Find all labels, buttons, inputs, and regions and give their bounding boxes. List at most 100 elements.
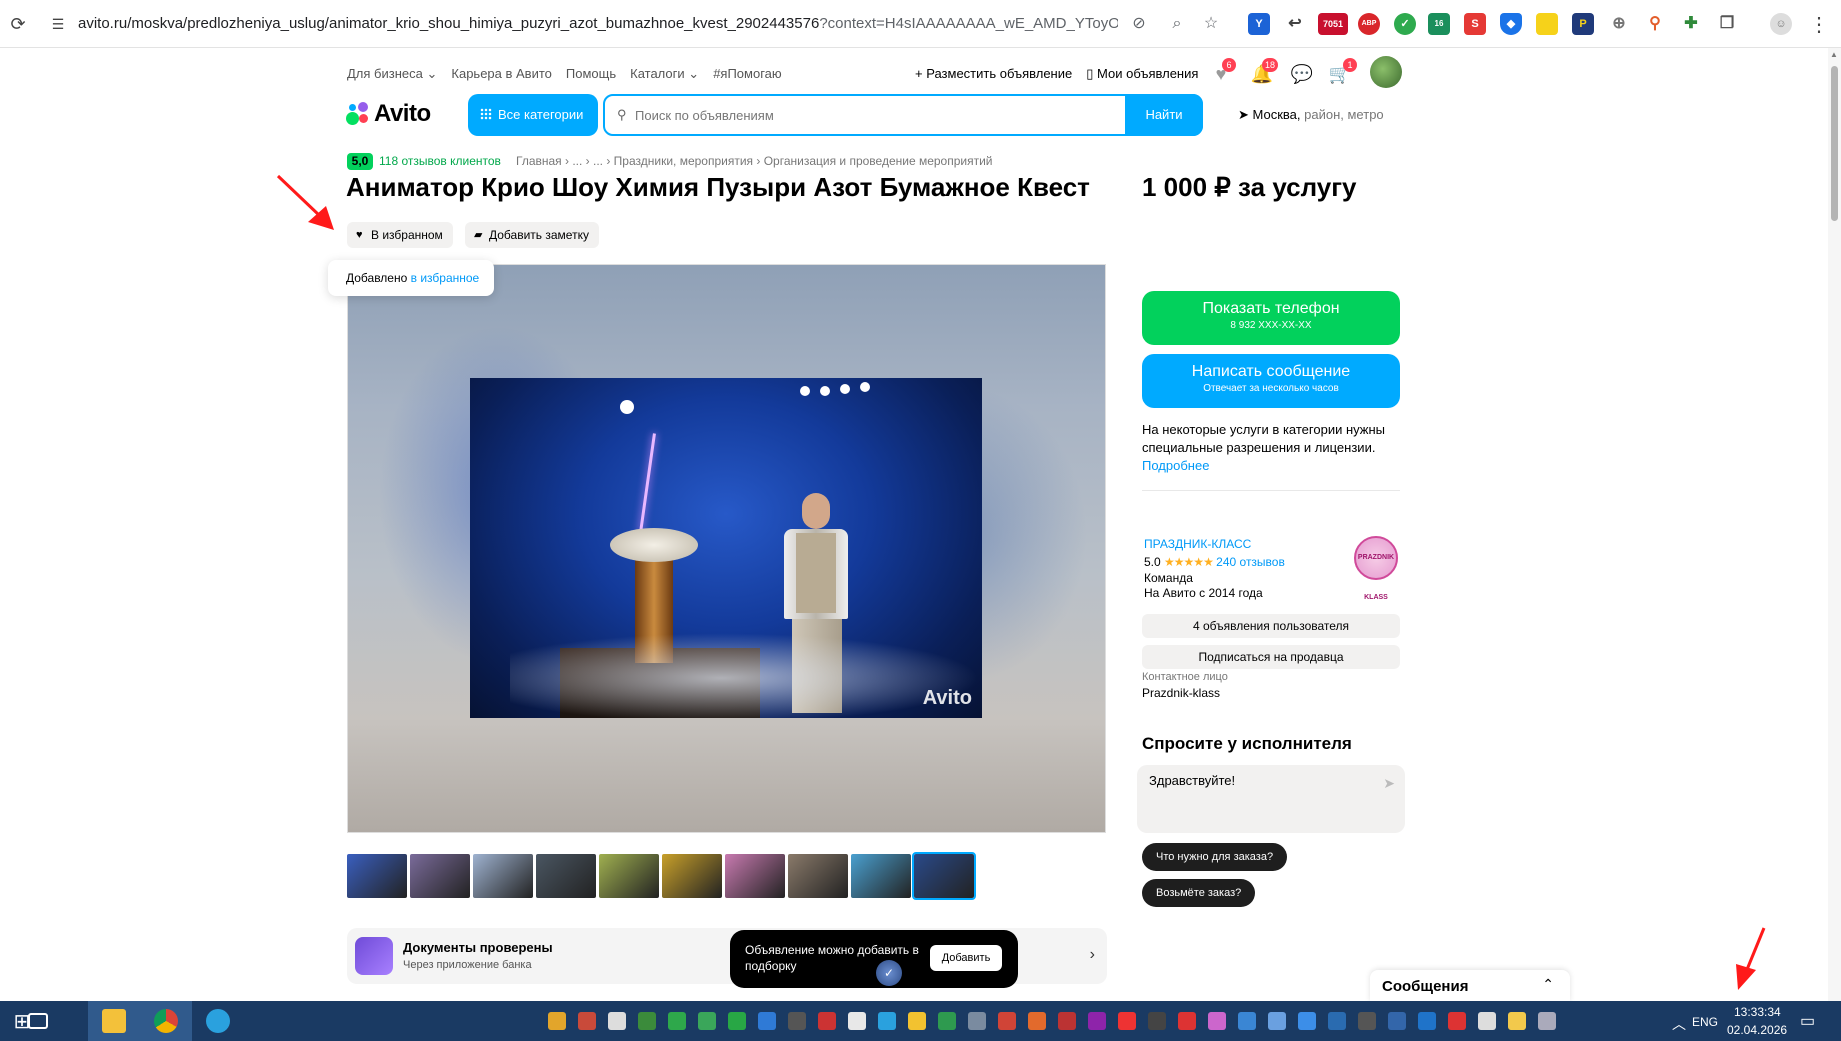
toast-add-button[interactable]: Добавить <box>930 945 1002 971</box>
gallery-thumbnail[interactable] <box>347 854 407 898</box>
gallery-thumbnail[interactable] <box>473 854 533 898</box>
taskbar-app-icon[interactable] <box>1328 1012 1346 1030</box>
extension-badge-icon[interactable]: 7051 <box>1318 13 1348 35</box>
show-phone-button[interactable]: Показать телефон 8 932 XXX-XX-XX <box>1142 291 1400 345</box>
eye-off-icon[interactable]: ⊘ <box>1128 13 1150 35</box>
taskbar-app-icon[interactable] <box>758 1012 776 1030</box>
globe-icon[interactable]: ⊕ <box>1608 13 1630 35</box>
nav-career-link[interactable]: Карьера в Авито <box>451 66 552 82</box>
post-ad-link[interactable]: + Разместить объявление <box>915 66 1072 82</box>
taskbar-app-icon[interactable] <box>1208 1012 1226 1030</box>
clock-date[interactable]: 02.04.2026 <box>1727 1023 1787 1037</box>
taskbar-app-icon[interactable] <box>1298 1012 1316 1030</box>
taskbar-app-icon[interactable] <box>1418 1012 1436 1030</box>
write-message-button[interactable]: Написать сообщение Отвечает за несколько … <box>1142 354 1400 408</box>
taskbar-app-icon[interactable] <box>938 1012 956 1030</box>
scrollbar[interactable]: ▲ <box>1828 48 1841 1001</box>
tooltip-favorites-link[interactable]: в избранное <box>411 271 480 285</box>
extension-icon-2[interactable]: 16 <box>1428 13 1450 35</box>
main-photo[interactable]: Avito <box>470 378 982 718</box>
shield-icon[interactable]: ✓ <box>1394 13 1416 35</box>
taskbar-app-icon[interactable] <box>1028 1012 1046 1030</box>
notification-center-icon[interactable]: ▭ <box>1800 1011 1815 1031</box>
extensions-menu-icon[interactable]: ❐ <box>1716 13 1738 35</box>
add-note-button[interactable]: ▰ Добавить заметку <box>465 222 599 248</box>
site-settings-icon[interactable]: ☰ <box>48 14 68 34</box>
taskbar-app-icon[interactable] <box>728 1012 746 1030</box>
taskbar-app-icon[interactable] <box>818 1012 836 1030</box>
gallery-thumbnail[interactable] <box>536 854 596 898</box>
extension-icon-5[interactable]: ⚲ <box>1644 13 1666 35</box>
zoom-icon[interactable]: ⌕ <box>1166 13 1188 35</box>
taskbar-telegram[interactable] <box>192 1001 244 1041</box>
seller-logo[interactable]: PRAZDNIK KLASS <box>1354 536 1398 601</box>
extension-icon-4[interactable]: P <box>1572 13 1594 35</box>
my-ads-link[interactable]: ▯ Мои объявления <box>1086 66 1198 82</box>
gallery-thumbnail[interactable] <box>912 852 976 900</box>
chevron-up-icon[interactable]: ⌃ <box>1542 976 1554 993</box>
gallery-thumbnail[interactable] <box>725 854 785 898</box>
taskbar-app-icon[interactable] <box>1358 1012 1376 1030</box>
location-selector[interactable]: ➤ Москва, район, метро <box>1238 107 1384 123</box>
chat-icon[interactable]: 💬 <box>1290 62 1314 86</box>
address-bar[interactable]: avito.ru/moskva/predlozheniya_uslug/anim… <box>78 15 1118 32</box>
taskbar-app-icon[interactable] <box>1448 1012 1466 1030</box>
quick-question-order[interactable]: Что нужно для заказа? <box>1142 843 1288 871</box>
taskbar-app-icon[interactable] <box>1388 1012 1406 1030</box>
all-categories-button[interactable]: Все категории <box>468 94 598 136</box>
gallery-thumbnail[interactable] <box>599 854 659 898</box>
taskbar-app-icon[interactable] <box>608 1012 626 1030</box>
clock-time[interactable]: 13:33:34 <box>1734 1005 1781 1019</box>
language-indicator[interactable]: ENG <box>1692 1015 1718 1029</box>
scroll-up-icon[interactable]: ▲ <box>1830 50 1838 59</box>
quick-question-accept[interactable]: Возьмёте заказ? <box>1142 879 1256 907</box>
taskbar-app-icon[interactable] <box>1268 1012 1286 1030</box>
breadcrumb[interactable]: Главная › ... › ... › Праздники, меропри… <box>516 154 993 168</box>
notes-icon[interactable] <box>1536 13 1558 35</box>
tray-chevron-icon[interactable]: ︿ <box>1672 1014 1686 1034</box>
bookmark-star-icon[interactable]: ☆ <box>1200 13 1222 35</box>
taskbar-app-icon[interactable] <box>638 1012 656 1030</box>
reviews-link[interactable]: 118 отзывов клиентов <box>379 154 501 168</box>
taskbar-app-icon[interactable] <box>1148 1012 1166 1030</box>
send-icon[interactable]: ➤ <box>1383 775 1395 792</box>
taskbar-chrome[interactable] <box>140 1001 192 1041</box>
task-view-icon[interactable] <box>28 1013 48 1029</box>
seller-name-link[interactable]: ПРАЗДНИК-КЛАСС <box>1144 537 1251 551</box>
taskbar-app-icon[interactable] <box>1238 1012 1256 1030</box>
subscribe-button[interactable]: Подписаться на продавца <box>1142 645 1400 669</box>
profile-icon[interactable]: ☺ <box>1770 13 1792 35</box>
reply-icon[interactable]: ↩ <box>1284 13 1306 35</box>
shield-blue-icon[interactable]: ◆ <box>1500 13 1522 35</box>
taskbar-app-icon[interactable] <box>1058 1012 1076 1030</box>
taskbar-app-icon[interactable] <box>668 1012 686 1030</box>
favorite-button[interactable]: ♥ В избранном <box>347 222 453 248</box>
scrollbar-thumb[interactable] <box>1831 66 1838 221</box>
taskbar-app-icon[interactable] <box>1538 1012 1556 1030</box>
user-ads-button[interactable]: 4 объявления пользователя <box>1142 614 1400 638</box>
taskbar-app-icon[interactable] <box>548 1012 566 1030</box>
messages-panel[interactable]: Сообщения ⌃ <box>1370 970 1570 1002</box>
avito-logo[interactable]: Avito <box>346 100 431 128</box>
seller-reviews-link[interactable]: 240 отзывов <box>1216 555 1285 569</box>
browser-menu-icon[interactable]: ⋮ <box>1809 12 1829 37</box>
taskbar-app-icon[interactable] <box>908 1012 926 1030</box>
ask-input[interactable] <box>1149 773 1369 823</box>
taskbar-app-icon[interactable] <box>878 1012 896 1030</box>
reload-icon[interactable]: ⟳ <box>8 14 28 34</box>
taskbar-app-icon[interactable] <box>1478 1012 1496 1030</box>
more-link[interactable]: Подробнее <box>1142 457 1402 475</box>
gallery-thumbnail[interactable] <box>662 854 722 898</box>
avatar[interactable] <box>1370 56 1402 88</box>
nav-help-link[interactable]: Помощь <box>566 66 616 82</box>
extension-icon-1[interactable]: Y <box>1248 13 1270 35</box>
nav-business-link[interactable]: Для бизнеса ⌄ <box>347 66 437 82</box>
taskbar-app-icon[interactable] <box>848 1012 866 1030</box>
gallery-thumbnail[interactable] <box>788 854 848 898</box>
gallery-thumbnail[interactable] <box>851 854 911 898</box>
gallery-thumbnail[interactable] <box>410 854 470 898</box>
puzzle-icon[interactable]: ✚ <box>1680 13 1702 35</box>
taskbar-app-icon[interactable] <box>1118 1012 1136 1030</box>
taskbar-app-icon[interactable] <box>1088 1012 1106 1030</box>
extension-icon-3[interactable]: S <box>1464 13 1486 35</box>
